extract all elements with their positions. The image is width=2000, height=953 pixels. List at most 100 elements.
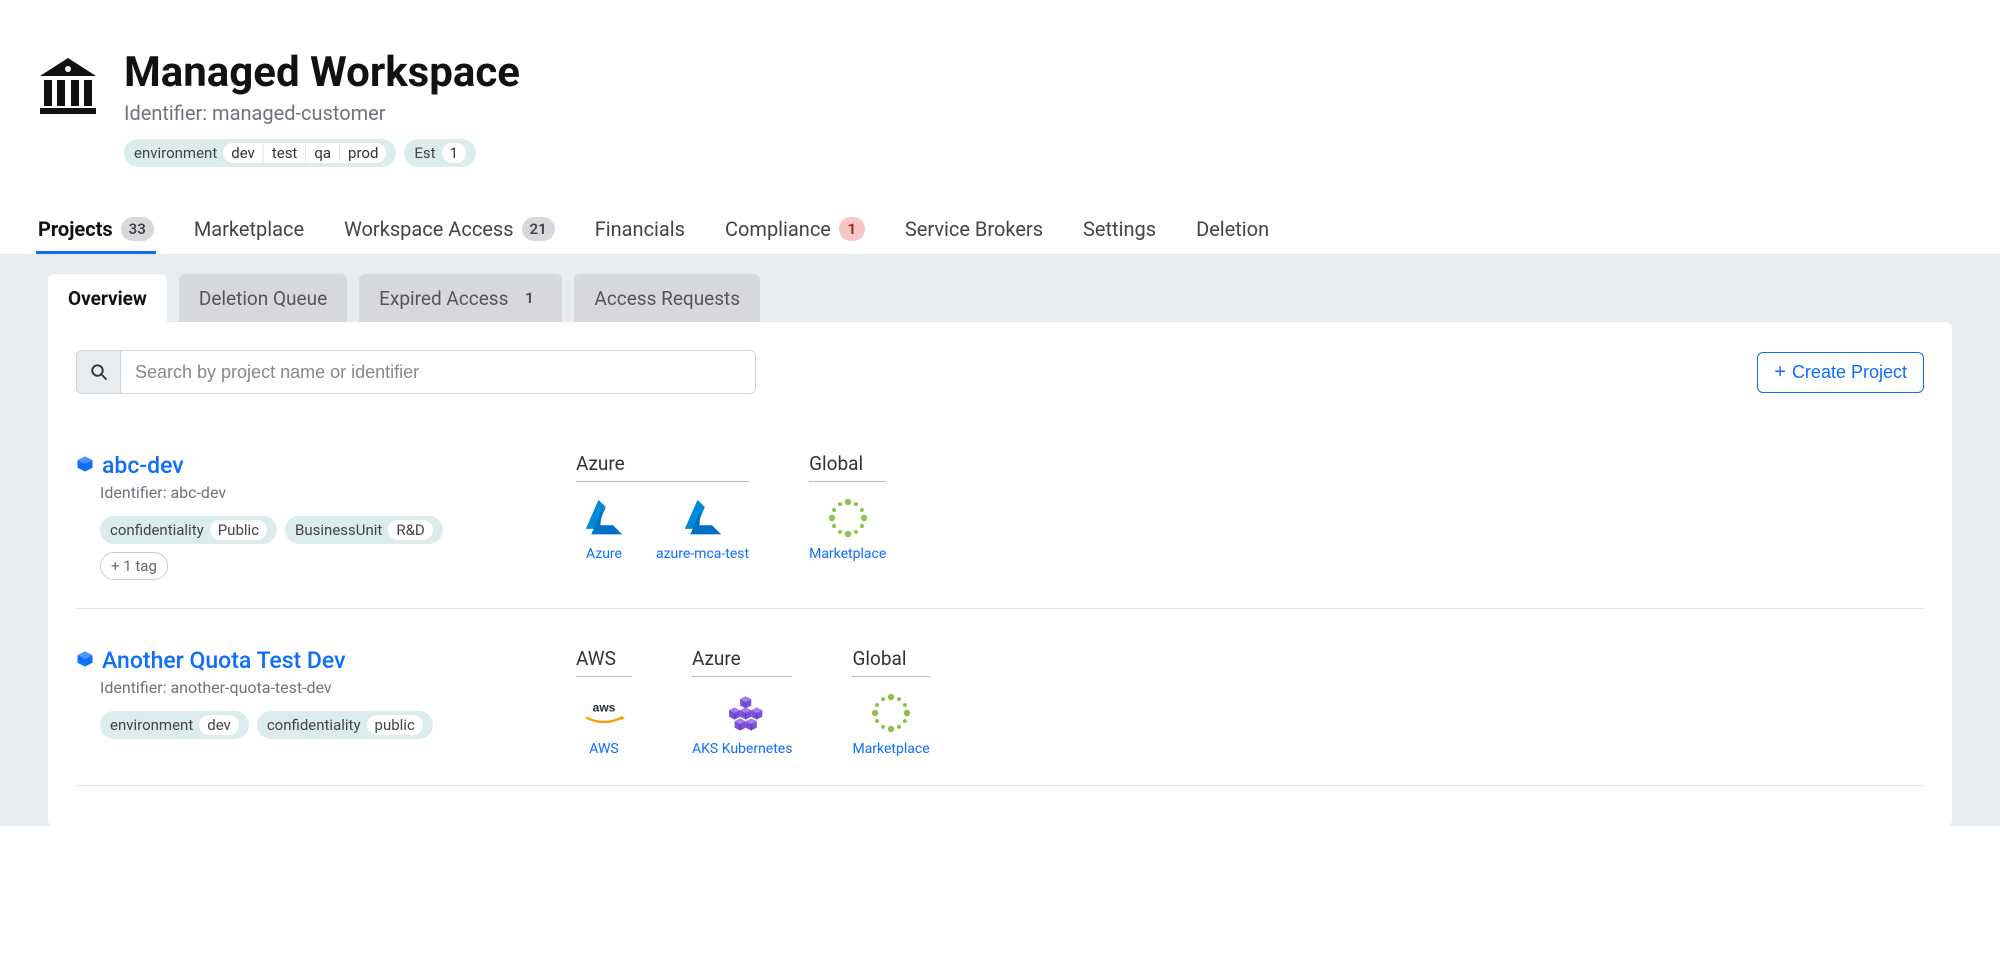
create-project-button[interactable]: + Create Project (1757, 352, 1924, 393)
sub-tab-label: Expired Access (379, 287, 508, 310)
more-tags-pill[interactable]: + 1 tag (100, 552, 168, 580)
tag-value: 1 (442, 143, 466, 163)
nav-tab-service-brokers[interactable]: Service Brokers (903, 207, 1045, 253)
nav-tab-compliance[interactable]: Compliance 1 (723, 207, 867, 253)
sub-tab-access-requests[interactable]: Access Requests (574, 274, 760, 322)
projects-panel: + Create Project abc-dev Identifier: abc-… (48, 322, 1952, 826)
azure-icon (679, 496, 727, 540)
search-input[interactable] (121, 351, 755, 393)
workspace-type-icon (36, 54, 100, 118)
platform-item-marketplace[interactable]: Marketplace (809, 496, 886, 562)
tag-key: confidentiality (267, 716, 361, 734)
nav-tab-deletion[interactable]: Deletion (1194, 207, 1271, 253)
tag-value: qa (305, 143, 339, 163)
nav-tab-label: Workspace Access (344, 217, 513, 241)
nav-tab-label: Financials (595, 217, 685, 241)
cube-icon (76, 647, 94, 674)
marketplace-icon (824, 496, 872, 540)
platform-group-global: Global Marketplace (852, 647, 929, 757)
platform-item-aws[interactable]: aws AWS (576, 691, 632, 757)
platform-group-aws: AWSaws AWS (576, 647, 632, 757)
search-box (76, 350, 756, 394)
platform-item-azure-mca-test[interactable]: azure-mca-test (656, 496, 749, 562)
tag-key: BusinessUnit (295, 521, 382, 539)
tag-key: environment (134, 144, 217, 162)
marketplace-icon (867, 691, 915, 735)
platform-group-azure: Azure Azure azure-mca-test (576, 452, 749, 562)
platform-item-label: AKS Kubernetes (692, 741, 792, 757)
create-project-label: Create Project (1792, 362, 1907, 383)
nav-tab-marketplace[interactable]: Marketplace (192, 207, 306, 253)
tag-key: confidentiality (110, 521, 204, 539)
workspace-header: Managed Workspace Identifier: managed-cu… (0, 0, 2000, 187)
workspace-tag: environmentdevtestqaprod (124, 139, 396, 167)
sub-nav: Overview Deletion Queue Expired Access 1 Acc… (0, 254, 2000, 322)
platform-item-label: Marketplace (852, 741, 929, 757)
sub-tab-overview[interactable]: Overview (48, 274, 167, 322)
project-row: abc-dev Identifier: abc-dev confidentialit… (76, 444, 1924, 609)
sub-tab-label: Overview (68, 287, 147, 310)
nav-tab-financials[interactable]: Financials (593, 207, 687, 253)
nav-tab-badge: 21 (522, 217, 555, 241)
project-tags: environment dev confidentiality public (100, 711, 516, 739)
nav-tab-label: Settings (1083, 217, 1156, 241)
nav-tab-badge: 33 (121, 217, 154, 241)
aks-icon (718, 691, 766, 735)
nav-tab-projects[interactable]: Projects 33 (36, 207, 156, 253)
platform-group-header: Global (809, 452, 886, 482)
project-identifier: Identifier: abc-dev (100, 483, 516, 502)
tag-value: dev (199, 715, 239, 735)
sub-tab-badge: 1 (516, 286, 542, 310)
platform-item-label: Azure (586, 546, 622, 562)
platform-item-marketplace[interactable]: Marketplace (852, 691, 929, 757)
nav-tab-label: Deletion (1196, 217, 1269, 241)
platform-item-label: Marketplace (809, 546, 886, 562)
plus-icon: + (1774, 362, 1786, 382)
sub-tab-deletion-queue[interactable]: Deletion Queue (179, 274, 347, 322)
project-link[interactable]: Another Quota Test Dev (76, 647, 516, 674)
project-name: Another Quota Test Dev (102, 647, 346, 674)
nav-tab-badge: 1 (839, 217, 865, 241)
cube-icon (76, 452, 94, 479)
tag-value: public (367, 715, 423, 735)
platform-group-header: Azure (692, 647, 792, 677)
tag-value: test (263, 143, 306, 163)
platform-group-global: Global Marketplace (809, 452, 886, 562)
project-name: abc-dev (102, 452, 184, 479)
sub-tab-label: Deletion Queue (199, 287, 327, 310)
platform-group-azure: Azure AKS Kubernetes (692, 647, 792, 757)
project-tag: environment dev (100, 711, 249, 739)
platform-group-header: Global (852, 647, 929, 677)
sub-tab-expired-access[interactable]: Expired Access 1 (359, 274, 562, 322)
project-link[interactable]: abc-dev (76, 452, 516, 479)
workspace-tags: environmentdevtestqaprodEst1 (124, 139, 520, 167)
tag-value: R&D (388, 520, 432, 540)
project-summary: Another Quota Test DevIdentifier: anothe… (76, 647, 516, 739)
tag-key: Est (414, 144, 435, 162)
platform-item-aks-kubernetes[interactable]: AKS Kubernetes (692, 691, 792, 757)
search-icon (77, 351, 121, 393)
nav-tab-workspace-access[interactable]: Workspace Access 21 (342, 207, 557, 253)
platform-item-label: AWS (589, 741, 618, 757)
aws-icon: aws (580, 691, 628, 735)
main-nav: Projects 33 Marketplace Workspace Access 21 F… (0, 207, 2000, 254)
nav-tab-label: Marketplace (194, 217, 304, 241)
nav-tab-settings[interactable]: Settings (1081, 207, 1158, 253)
project-summary: abc-dev Identifier: abc-dev confidentialit… (76, 452, 516, 580)
platform-item-label: azure-mca-test (656, 546, 749, 562)
workspace-tag: Est 1 (404, 139, 476, 167)
sub-tab-label: Access Requests (594, 287, 740, 310)
project-tag: confidentiality public (257, 711, 433, 739)
platform-group-header: Azure (576, 452, 749, 482)
nav-tab-label: Service Brokers (905, 217, 1043, 241)
tag-key: environment (110, 716, 193, 734)
tag-value: dev (223, 143, 263, 163)
page-title: Managed Workspace (124, 48, 520, 97)
tag-value: Public (210, 520, 267, 540)
platform-item-azure[interactable]: Azure (576, 496, 632, 562)
nav-tab-label: Projects (38, 217, 113, 241)
nav-tab-label: Compliance (725, 217, 831, 241)
workspace-identifier: Identifier: managed-customer (124, 101, 520, 125)
azure-icon (580, 496, 628, 540)
svg-text:aws: aws (593, 701, 616, 715)
